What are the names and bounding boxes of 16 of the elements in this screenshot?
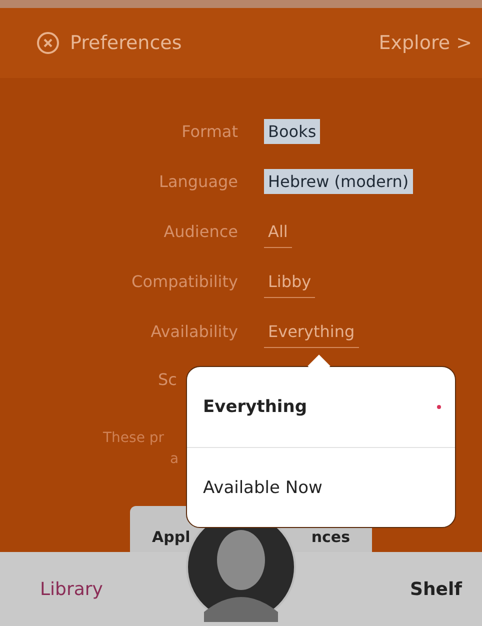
nav-tab[interactable]: Library — [40, 578, 103, 600]
popup-option[interactable]: Available Now — [187, 447, 455, 527]
note-text: These pr — [102, 430, 166, 446]
field-label: Language — [158, 172, 238, 190]
page-title: Preferences — [70, 32, 182, 54]
nav-tab[interactable]: Shelf — [410, 578, 462, 600]
close-icon[interactable] — [36, 31, 60, 55]
field-label: Compatibility — [130, 272, 238, 290]
popup-option[interactable]: Everything — [187, 367, 455, 447]
note-text: a — [169, 451, 180, 467]
field-label: Sc — [158, 370, 177, 389]
field-value[interactable]: Books — [264, 118, 320, 144]
field-label: Availability — [150, 322, 238, 340]
field-label: Format — [180, 122, 238, 140]
field-value[interactable]: Hebrew (modern) — [264, 168, 413, 194]
field-label: Audience — [162, 222, 238, 240]
